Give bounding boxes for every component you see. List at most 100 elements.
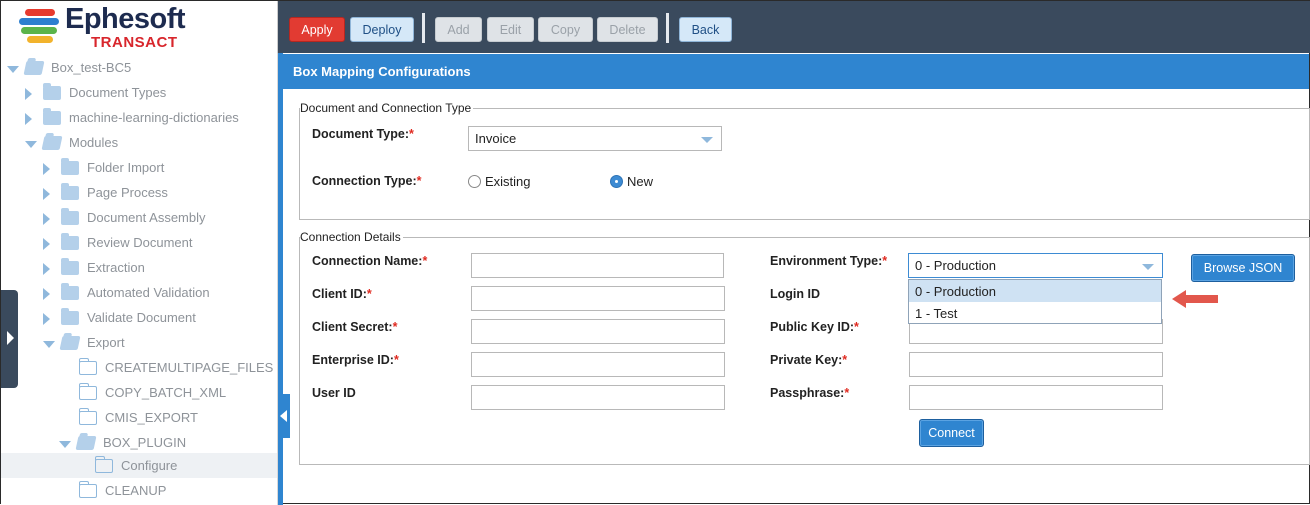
connect-button[interactable]: Connect xyxy=(919,419,984,447)
environment-type-select[interactable]: 0 - Production xyxy=(908,253,1163,278)
radio-existing[interactable]: Existing xyxy=(468,174,531,189)
top-toolbar: Ephesoft TRANSACT Apply Deploy Add Edit … xyxy=(1,1,1310,53)
environment-option-test[interactable]: 1 - Test xyxy=(909,302,1161,324)
tree-item-folder-import[interactable]: Folder Import xyxy=(1,155,277,180)
back-button[interactable]: Back xyxy=(679,17,732,42)
chevron-down-icon[interactable] xyxy=(7,65,19,73)
tree-item-label: Configure xyxy=(121,458,178,473)
enterprise-id-input[interactable] xyxy=(471,352,725,377)
folder-outline-icon xyxy=(94,455,113,473)
environment-option-production[interactable]: 0 - Production xyxy=(909,280,1161,302)
tree-item-label: Validate Document xyxy=(87,310,196,325)
tree-item-export[interactable]: Export xyxy=(1,330,277,355)
chevron-right-icon[interactable] xyxy=(43,312,50,325)
radio-new[interactable]: New xyxy=(610,174,653,189)
tree-item-label: BOX_PLUGIN xyxy=(103,435,187,450)
document-type-select[interactable]: Invoice xyxy=(468,126,722,151)
logo: Ephesoft TRANSACT xyxy=(1,1,278,53)
tree-item-createmultipage-files[interactable]: CREATEMULTIPAGE_FILES xyxy=(1,355,277,380)
folder-icon xyxy=(61,257,79,275)
passphrase-input[interactable] xyxy=(909,385,1163,410)
chevron-down-icon xyxy=(1142,264,1154,270)
tree-item-label: Review Document xyxy=(87,235,193,250)
tree-item-label: Extraction xyxy=(87,260,145,275)
user-id-input[interactable] xyxy=(471,385,725,410)
folder-icon xyxy=(61,232,79,250)
tree-item-label: Box_test-BC5 xyxy=(51,60,132,75)
tree-item-label: Document Types xyxy=(69,85,167,100)
chevron-down-icon[interactable] xyxy=(43,340,55,348)
chevron-right-icon[interactable] xyxy=(43,237,50,250)
expand-panel-toggle[interactable] xyxy=(1,290,18,388)
tree-item-box-plugin[interactable]: BOX_PLUGIN xyxy=(1,430,277,455)
folder-outline-icon xyxy=(78,382,97,400)
connection-name-input[interactable] xyxy=(471,253,724,278)
folder-icon xyxy=(61,282,79,300)
passphrase-label: Passphrase:* xyxy=(770,386,850,400)
tree-item-page-process[interactable]: Page Process xyxy=(1,180,277,205)
tree-item-cleanup[interactable]: CLEANUP xyxy=(1,478,277,503)
chevron-right-icon[interactable] xyxy=(43,187,50,200)
chevron-right-icon[interactable] xyxy=(43,262,50,275)
tree-item-modules[interactable]: Modules xyxy=(1,130,277,155)
chevron-right-icon[interactable] xyxy=(43,287,50,300)
tree-item-configure[interactable]: Configure xyxy=(1,453,277,478)
folder-open-icon xyxy=(41,135,63,150)
edit-button[interactable]: Edit xyxy=(487,17,534,42)
tree-item-document-assembly[interactable]: Document Assembly xyxy=(1,205,277,230)
folder-outline-icon xyxy=(78,357,97,375)
tree-item-extraction[interactable]: Extraction xyxy=(1,255,277,280)
tree-item-label: CMIS_EXPORT xyxy=(105,410,198,425)
add-button[interactable]: Add xyxy=(435,17,482,42)
connection-type-label: Connection Type:* xyxy=(312,174,422,188)
chevron-right-icon[interactable] xyxy=(43,212,50,225)
tree-item-review-document[interactable]: Review Document xyxy=(1,230,277,255)
tree-item-validate-document[interactable]: Validate Document xyxy=(1,305,277,330)
tree-item-label: Export xyxy=(87,335,125,350)
tree-item-label: machine-learning-dictionaries xyxy=(69,110,239,125)
enterprise-id-label: Enterprise ID:* xyxy=(312,353,399,367)
panel-title: Box Mapping Configurations xyxy=(283,54,1309,89)
tree-item-label: COPY_BATCH_XML xyxy=(105,385,227,400)
folder-icon xyxy=(43,82,61,100)
tree-item-label: Document Assembly xyxy=(87,210,206,225)
radio-checked-icon[interactable] xyxy=(610,175,623,188)
tree-item-label: Folder Import xyxy=(87,160,165,175)
app-window: Ephesoft TRANSACT Apply Deploy Add Edit … xyxy=(0,0,1310,505)
collapse-sidebar-button[interactable] xyxy=(278,394,290,438)
tree-item-label: CLEANUP xyxy=(105,483,167,498)
chevron-right-icon[interactable] xyxy=(25,87,32,100)
chevron-right-icon[interactable] xyxy=(43,162,50,175)
folder-icon xyxy=(61,182,79,200)
folder-outline-icon xyxy=(78,407,97,425)
public-key-id-label: Public Key ID:* xyxy=(770,320,859,334)
radio-existing-label: Existing xyxy=(485,174,531,189)
copy-button[interactable]: Copy xyxy=(538,17,593,42)
tree-item-document-types[interactable]: Document Types xyxy=(1,80,277,105)
client-id-input[interactable] xyxy=(471,286,725,311)
tree-item-cmis-export[interactable]: CMIS_EXPORT xyxy=(1,405,277,430)
document-type-label: Document Type:* xyxy=(312,127,414,141)
browse-json-button[interactable]: Browse JSON xyxy=(1191,254,1295,282)
tree-item-copy-batch-xml[interactable]: COPY_BATCH_XML xyxy=(1,380,277,405)
chevron-right-icon[interactable] xyxy=(25,112,32,125)
deploy-button[interactable]: Deploy xyxy=(350,17,414,42)
folder-icon xyxy=(61,307,79,325)
login-id-label: Login ID xyxy=(770,287,820,301)
tree-item-ml-dictionaries[interactable]: machine-learning-dictionaries xyxy=(1,105,277,130)
fieldset-legend: Connection Details xyxy=(300,230,403,244)
client-secret-label: Client Secret:* xyxy=(312,320,398,334)
apply-button[interactable]: Apply xyxy=(289,17,345,42)
chevron-down-icon[interactable] xyxy=(25,140,37,148)
environment-type-label: Environment Type:* xyxy=(770,254,888,268)
private-key-input[interactable] xyxy=(909,352,1163,377)
client-secret-input[interactable] xyxy=(471,319,725,344)
delete-button[interactable]: Delete xyxy=(597,17,658,42)
toolbar-separator xyxy=(666,13,669,43)
chevron-down-icon[interactable] xyxy=(59,440,71,448)
navigation-tree: Box_test-BC5 Document Types machine-lear… xyxy=(1,53,278,505)
tree-item-batch-class[interactable]: Box_test-BC5 xyxy=(1,55,277,80)
tree-item-automated-validation[interactable]: Automated Validation xyxy=(1,280,277,305)
fieldset-legend: Document and Connection Type xyxy=(300,101,474,115)
radio-unchecked-icon[interactable] xyxy=(468,175,481,188)
